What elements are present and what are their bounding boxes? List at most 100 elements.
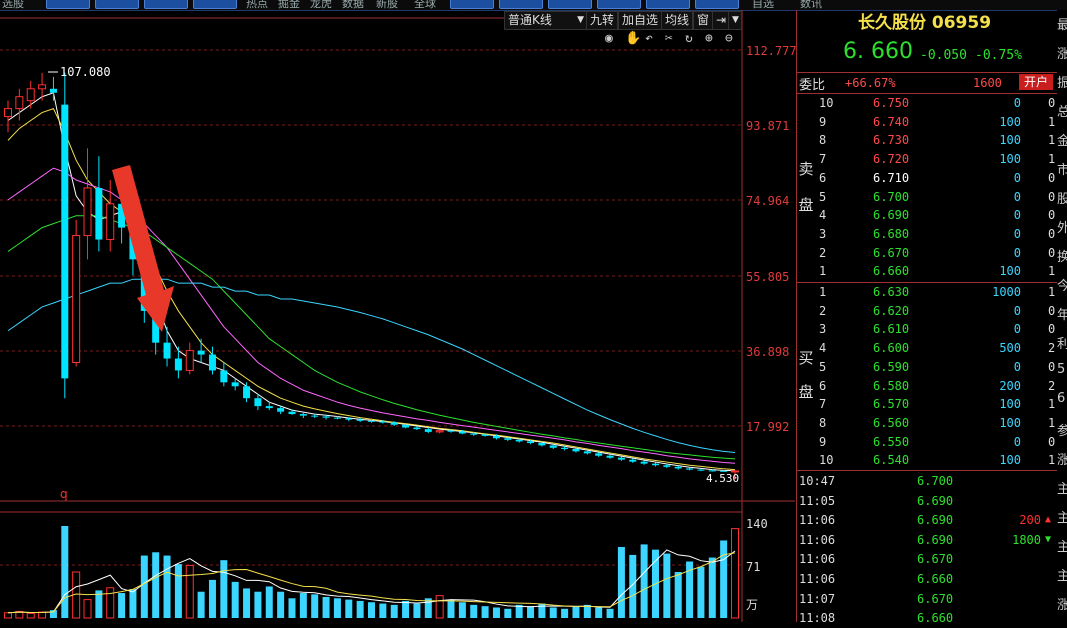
nine-turn-button[interactable]: 九转 [586, 11, 619, 30]
candle-body [390, 422, 398, 425]
candle-body [288, 411, 296, 415]
volume-bar [458, 602, 466, 618]
kline-type-select[interactable]: 普通K线 ▼ [504, 11, 588, 30]
bid-row-9[interactable]: 9 6.550 0 0 [797, 433, 1067, 451]
ask-row-2[interactable]: 2 6.670 0 0 [797, 244, 1067, 262]
ask-row-3[interactable]: 3 6.680 0 0 [797, 225, 1067, 243]
info-label-char: 市 [1057, 163, 1067, 178]
candle-body [220, 370, 228, 383]
candle-body [595, 453, 603, 456]
ask-row-4[interactable]: 4 6.690 0 0 [797, 206, 1067, 224]
tick-price: 6.670 [917, 552, 954, 567]
window-button[interactable]: 窗 [693, 11, 714, 30]
volume-unit-label: 万 [746, 598, 759, 612]
refresh-icon[interactable]: ↻ [685, 31, 693, 46]
bid-row-8[interactable]: 8 6.560 100 1 [797, 414, 1067, 432]
volume-bar [435, 595, 444, 619]
scissors-icon[interactable]: ✂ [665, 31, 673, 46]
volume-axis-label-2: 71 [746, 560, 761, 574]
ask-volume-vol: 0 [1013, 226, 1021, 241]
ask-volume-vol: 0 [1013, 189, 1021, 204]
ask-row-8[interactable]: 8 6.730 100 1 [797, 131, 1067, 149]
info-label-char: 涨 [1057, 453, 1067, 468]
kline-chart-area[interactable]: 107.080 4.530 q 112.777 93.871 74.964 55… [0, 10, 797, 622]
volume-bar [231, 581, 239, 618]
menu-button-f[interactable] [695, 0, 739, 9]
bid-row-4[interactable]: 4 6.600 500 2 [797, 339, 1067, 357]
candle-body [458, 431, 466, 434]
ask-level-lvl: 4 [819, 208, 827, 223]
candle-body [208, 354, 216, 371]
ask-row-5[interactable]: 5 6.700 0 0 [797, 188, 1067, 206]
info-label-char: 利 [1057, 337, 1067, 352]
ask-row-9[interactable]: 9 6.740 100 1 [797, 113, 1067, 131]
menu-button-trade[interactable] [144, 0, 188, 9]
add-watchlist-button[interactable]: 加自选 [618, 11, 663, 30]
candle-body [185, 350, 194, 371]
volume-bar [402, 600, 410, 618]
info-label-char: 5 [1057, 362, 1066, 377]
kline-type-value: 普通K线 [508, 13, 552, 27]
menu-button-order[interactable] [193, 0, 237, 9]
bid-row-3[interactable]: 3 6.610 0 0 [797, 320, 1067, 338]
volume-bar [197, 591, 205, 618]
tick-price: 6.690 [917, 532, 954, 547]
menu-button-e[interactable] [646, 0, 690, 9]
candle-body [379, 421, 387, 423]
volume-bar [663, 553, 671, 618]
bid-row-6[interactable]: 6 6.580 200 2 [797, 377, 1067, 395]
info-label-char: 振 [1057, 76, 1067, 91]
tick-time: 11:06 [799, 513, 836, 528]
bid-row-5[interactable]: 5 6.590 0 0 [797, 358, 1067, 376]
bid-row-10[interactable]: 10 6.540 100 1 [797, 451, 1067, 469]
bid-row-7[interactable]: 7 6.570 100 1 [797, 395, 1067, 413]
bid-row-2[interactable]: 2 6.620 0 0 [797, 302, 1067, 320]
ask-level-lvl: 6 [819, 170, 827, 185]
price-axis-label-1: 112.777 [746, 44, 797, 58]
volume-bar [527, 606, 535, 618]
bid-level-lvl: 9 [819, 434, 827, 449]
tick-row: 11:06 6.670 [797, 549, 1067, 569]
bid-volume-vol: 0 [1013, 434, 1021, 449]
menu-button-quotes[interactable] [95, 0, 139, 9]
menu-button-a[interactable] [450, 0, 494, 9]
candle-body [651, 463, 659, 466]
menu-button-d[interactable] [597, 0, 641, 9]
menu-dropdown-icon[interactable]: ▼ [728, 11, 742, 30]
candle-body [4, 108, 12, 118]
ask-row-6[interactable]: 6 6.710 0 0 [797, 169, 1067, 187]
candle-body [435, 430, 444, 433]
undo-icon[interactable]: ↶ [645, 31, 653, 46]
bid-row-1[interactable]: 1 6.630 1000 1 [797, 283, 1067, 301]
tick-time: 11:07 [799, 591, 836, 606]
open-account-button[interactable]: 开户 [1019, 74, 1053, 90]
hand-icon[interactable]: ✋ [625, 31, 641, 46]
stock-title: 长久股份 06959 [797, 10, 1052, 34]
bid-price-price: 6.570 [873, 397, 910, 412]
bid-level-lvl: 7 [819, 397, 827, 412]
ma-button[interactable]: 均线 [661, 11, 694, 30]
candle-body [231, 382, 239, 387]
ask-row-10[interactable]: 10 6.750 0 0 [797, 94, 1067, 112]
volume-bar [61, 526, 69, 618]
ask-row-1[interactable]: 1 6.660 100 1 [797, 262, 1067, 280]
chart-grid [0, 49, 742, 566]
eye-icon[interactable]: ◉ [605, 31, 613, 46]
ask-count-cnt: 1 [1048, 114, 1056, 129]
bid-volume-vol: 0 [1013, 322, 1021, 337]
price-axis-label-3: 74.964 [746, 194, 790, 208]
tick-time: 10:47 [799, 474, 836, 488]
kline-chart-svg[interactable]: 107.080 4.530 q [0, 10, 795, 622]
menu-button-c[interactable] [548, 0, 592, 9]
bid-level-lvl: 1 [819, 285, 827, 299]
stock-name: 长久股份 [857, 13, 926, 33]
menu-button-b[interactable] [499, 0, 543, 9]
menu-button-news[interactable] [46, 0, 90, 9]
ask-row-7[interactable]: 7 6.720 100 1 [797, 150, 1067, 168]
zoom-out-icon[interactable]: ⊖ [725, 31, 733, 46]
bid-count-cnt: 1 [1048, 285, 1056, 299]
tick-time: 11:05 [799, 493, 836, 508]
ask-volume-vol: 100 [999, 264, 1021, 279]
zoom-in-icon[interactable]: ⊕ [705, 31, 713, 46]
volume-bar [163, 555, 171, 618]
